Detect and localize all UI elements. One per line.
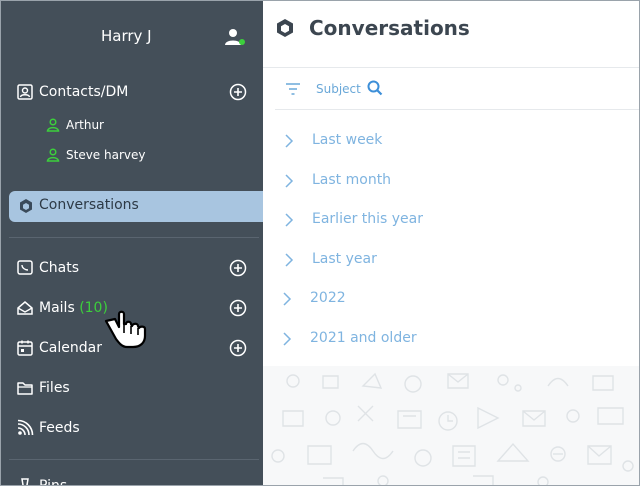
sidebar-item-calendar[interactable]: Calendar xyxy=(1,333,263,363)
group-label: 2021 and older xyxy=(310,330,417,346)
rss-icon xyxy=(17,419,34,436)
hexagon-icon xyxy=(20,199,32,213)
add-mail-icon[interactable] xyxy=(229,299,247,317)
contact-item-steve-harvey[interactable]: Steve harvey xyxy=(1,143,263,167)
group-label: Last year xyxy=(312,251,377,267)
sidebar-item-label: Chats xyxy=(39,260,80,276)
group-label: 2022 xyxy=(310,290,346,306)
contacts-icon xyxy=(17,84,33,100)
add-contact-icon[interactable] xyxy=(229,83,247,101)
group-2021-and-older[interactable]: 2021 and older xyxy=(281,327,621,351)
search-icon[interactable] xyxy=(367,80,383,96)
app-window: Harry J Contacts/DM Arthur Steve harvey … xyxy=(0,0,640,486)
sidebar-item-contacts[interactable]: Contacts/DM xyxy=(1,77,263,107)
chevron-right-icon xyxy=(285,253,294,267)
group-label: Last month xyxy=(312,172,392,188)
hexagon-icon xyxy=(277,19,293,37)
user-status-icon[interactable] xyxy=(224,27,246,47)
decorative-pattern xyxy=(263,366,639,485)
sidebar-item-files[interactable]: Files xyxy=(1,373,263,403)
page-title: Conversations xyxy=(309,16,470,40)
chat-icon xyxy=(17,260,33,275)
chevron-right-icon xyxy=(285,174,294,188)
sidebar-item-pins[interactable]: Pins xyxy=(1,471,263,486)
group-last-week[interactable]: Last week xyxy=(283,129,623,153)
group-label: Last week xyxy=(312,132,383,148)
sidebar-item-label: Files xyxy=(39,380,70,396)
filter-icon[interactable] xyxy=(285,82,301,96)
add-event-icon[interactable] xyxy=(229,339,247,357)
filter-bar: Subject xyxy=(275,68,639,110)
pin-icon xyxy=(21,478,29,485)
chevron-right-icon xyxy=(285,213,294,227)
mail-icon xyxy=(17,301,33,315)
divider xyxy=(9,237,259,238)
contact-person-icon xyxy=(46,118,60,132)
chevron-right-icon xyxy=(283,332,292,346)
chevron-right-icon xyxy=(285,134,294,148)
page-header: Conversations xyxy=(263,1,639,68)
sidebar-item-label: Mails (10) xyxy=(39,300,108,316)
sidebar-item-label: Feeds xyxy=(39,420,80,436)
chevron-right-icon xyxy=(283,292,292,306)
group-last-year[interactable]: Last year xyxy=(283,248,623,272)
sidebar: Harry J Contacts/DM Arthur Steve harvey … xyxy=(1,1,263,486)
group-label: Earlier this year xyxy=(312,211,424,227)
calendar-icon xyxy=(17,340,33,356)
contact-item-arthur[interactable]: Arthur xyxy=(1,113,263,137)
sidebar-item-chats[interactable]: Chats xyxy=(1,253,263,283)
group-last-month[interactable]: Last month xyxy=(283,169,623,193)
sidebar-item-feeds[interactable]: Feeds xyxy=(1,413,263,443)
divider xyxy=(9,459,259,460)
user-name: Harry J xyxy=(101,27,152,45)
sidebar-item-label: Pins xyxy=(39,478,68,486)
subject-filter[interactable]: Subject xyxy=(316,82,361,96)
sidebar-item-label: Contacts/DM xyxy=(39,84,129,100)
sidebar-item-label: Calendar xyxy=(39,340,102,356)
add-chat-icon[interactable] xyxy=(229,259,247,277)
mails-label: Mails xyxy=(39,300,75,316)
contact-person-icon xyxy=(46,148,60,162)
contact-name: Steve harvey xyxy=(66,148,146,162)
contact-name: Arthur xyxy=(66,118,104,132)
sidebar-item-label: Conversations xyxy=(39,197,139,213)
sidebar-item-conversations[interactable]: Conversations xyxy=(9,191,263,222)
group-earlier-this-year[interactable]: Earlier this year xyxy=(283,208,623,232)
group-2022[interactable]: 2022 xyxy=(281,287,621,311)
main-panel: Conversations Subject Last week Last mon… xyxy=(263,1,639,485)
folder-icon xyxy=(17,382,33,395)
